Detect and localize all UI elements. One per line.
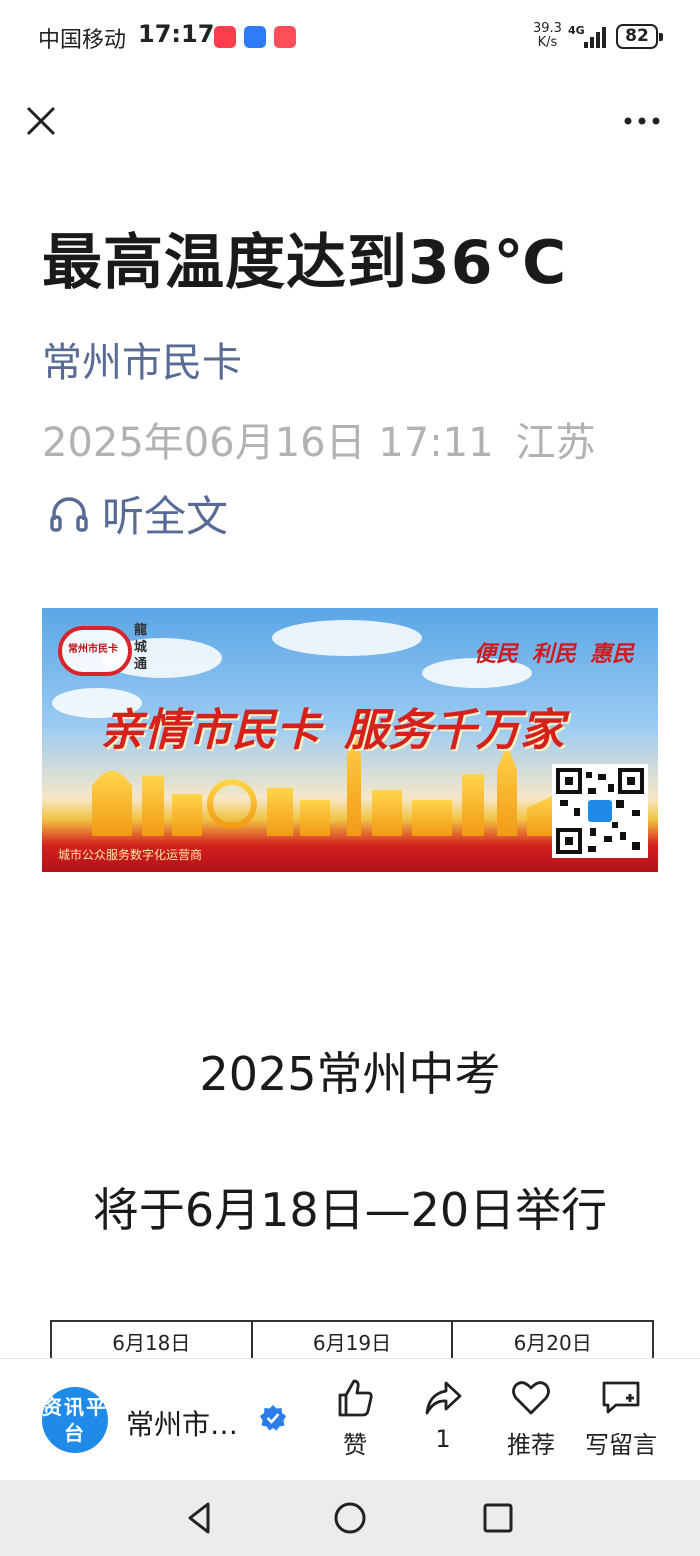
banner-slogans: 便民 利民 惠民 [474,636,634,668]
carrier-label: 中国移动 [38,28,127,53]
qr-code [552,764,648,858]
headphones-icon [50,497,88,532]
share-button[interactable]: 1 [398,1377,488,1453]
recommend-button[interactable]: 推荐 [486,1377,576,1460]
share-count: 1 [435,1425,451,1453]
system-nav-bar [0,1480,700,1556]
comment-label: 写留言 [585,1431,657,1459]
close-icon[interactable] [22,102,60,140]
home-icon[interactable] [330,1498,370,1538]
status-bar: 中国移动 17:17 39.3 K/s 4G 82 [0,0,700,76]
notification-voice-icon [244,26,266,48]
slogan: 惠民 [590,641,635,667]
publish-date: 2025年06月16日 17:11 [42,420,494,466]
network-speed-value: 39.3 [533,21,562,36]
listen-button[interactable]: 听全文 [46,488,228,541]
headline-left: 亲情市民卡 [100,705,320,756]
logo-text: 常州市民卡 [68,644,118,655]
account-avatar[interactable]: 资讯平台 [42,1387,108,1453]
recent-apps-icon[interactable] [478,1498,518,1538]
verified-icon [260,1405,286,1431]
like-label: 赞 [343,1431,367,1459]
article-meta: 2025年06月16日 17:11 江苏 [42,410,596,468]
slogan: 利民 [532,641,577,667]
table-header-cell: 6月20日 [451,1320,654,1362]
heart-icon [512,1381,550,1415]
headline-right: 服务千万家 [344,705,564,756]
clock: 17:17 [138,20,215,48]
longchengtong-logo: 龍城通 [134,623,148,672]
slogan: 便民 [474,641,519,667]
comment-button[interactable]: 写留言 [576,1377,666,1460]
battery-icon: 82 [616,24,663,49]
banner-headline: 亲情市民卡 服务千万家 [100,694,564,758]
table-header-cell: 6月19日 [250,1320,454,1362]
banner-footer-text: 城市公众服务数字化运营商 [58,848,203,862]
network-speed: 39.3 K/s [533,22,562,50]
article-action-bar: 资讯平台 常州市… 赞 1 推荐 写留言 [0,1358,700,1480]
like-button[interactable]: 赞 [310,1377,400,1460]
back-icon[interactable] [180,1498,220,1538]
publish-location: 江苏 [515,420,596,466]
more-icon[interactable] [620,108,664,134]
share-icon [425,1381,462,1415]
table-header-row: 6月18日 6月19日 6月20日 [50,1320,654,1362]
listen-label: 听全文 [102,491,229,541]
banner-image: 常州市民卡 龍城通 便民 利民 惠民 亲情市民卡 服务千万家 城市公众服务数字化运营商 [42,608,658,872]
network-speed-unit: K/s [537,35,558,50]
recommend-label: 推荐 [507,1431,555,1459]
content-heading: 2025常州中考 [199,1047,501,1101]
account-name-short[interactable]: 常州市… [126,1403,238,1443]
notification-huawei-icon [274,26,296,48]
table-header-cell: 6月18日 [50,1320,253,1362]
content-subheading: 将于6月18日—20日举行 [92,1183,608,1237]
article-title: 最高温度达到36℃ [42,228,568,298]
signal-icon [584,27,606,48]
comment-icon [602,1381,640,1414]
notification-app-icon [214,26,236,48]
thumbs-up-icon [338,1379,373,1417]
exam-schedule-table: 6月18日 6月19日 6月20日 [50,1320,654,1362]
account-name-link[interactable]: 常州市民卡 [42,330,242,388]
cloud [272,620,422,656]
